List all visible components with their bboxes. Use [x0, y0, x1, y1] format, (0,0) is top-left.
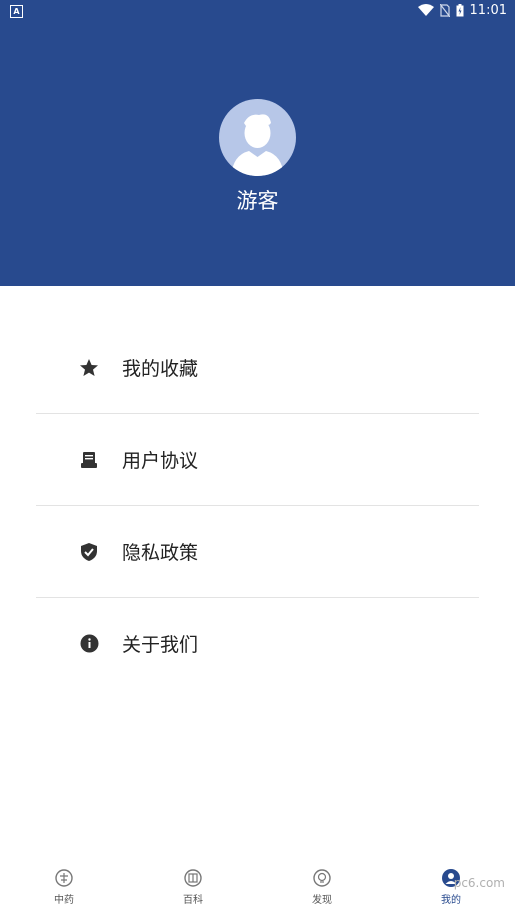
book-icon	[184, 869, 202, 887]
menu-label: 我的收藏	[122, 358, 199, 380]
document-icon	[79, 450, 99, 470]
star-icon	[79, 358, 99, 378]
bottom-tab-bar: 中药 百科 发现 我的	[0, 862, 515, 915]
menu-label: 关于我们	[122, 634, 199, 656]
herb-icon	[55, 869, 73, 887]
menu-label: 用户协议	[122, 450, 199, 472]
menu-item-privacy-policy[interactable]: 隐私政策	[36, 506, 479, 598]
username: 游客	[236, 189, 279, 213]
menu-item-favorites[interactable]: 我的收藏	[36, 322, 479, 414]
profile-header: A 11:01 游客	[0, 0, 515, 286]
menu-item-about-us[interactable]: 关于我们	[36, 598, 479, 689]
clock: 11:01	[469, 3, 507, 18]
menu-item-user-agreement[interactable]: 用户协议	[36, 414, 479, 506]
profile-menu: 我的收藏 用户协议 隐私政策 关于我们	[36, 322, 479, 689]
wifi-icon	[417, 4, 434, 16]
notification-icon: A	[10, 5, 23, 18]
menu-label: 隐私政策	[122, 542, 199, 564]
no-sim-icon	[439, 4, 450, 17]
watermark: pc6.com	[453, 876, 505, 890]
tab-herbs[interactable]: 中药	[24, 868, 104, 906]
tab-discover[interactable]: 发现	[282, 868, 362, 906]
avatar[interactable]	[219, 99, 296, 176]
tab-encyclopedia[interactable]: 百科	[153, 868, 233, 906]
user-silhouette-icon	[231, 114, 284, 176]
shield-check-icon	[79, 542, 99, 562]
info-icon	[79, 634, 99, 654]
status-bar: A 11:01	[0, 0, 515, 24]
battery-icon	[456, 4, 464, 17]
discover-icon	[313, 869, 331, 887]
